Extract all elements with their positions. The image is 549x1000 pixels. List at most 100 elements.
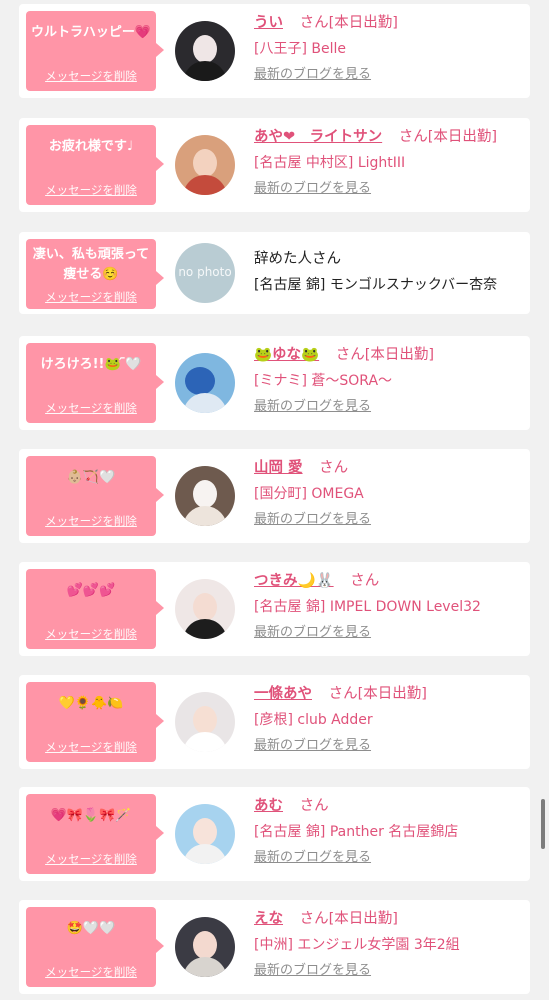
cast-info: つきみ🌙🐰 さん [名古屋 錦] IMPEL DOWN Level32 最新のブ… [254, 570, 524, 642]
avatar-body [183, 732, 227, 752]
delete-message-link[interactable]: メッセージを削除 [26, 964, 156, 980]
message-text: 凄い、私も頑張って痩せる☺️ [32, 247, 150, 282]
latest-blog-link[interactable]: 最新のブログを見る [254, 624, 371, 642]
message-card: 👶🏼🏹🤍 メッセージを削除 山岡 愛 さん [国分町] OMEGA 最新のブログ… [19, 449, 530, 543]
message-bubble: 💗🎀🌷🎀🪄 メッセージを削除 [26, 794, 164, 874]
cast-name-link[interactable]: あむ [254, 798, 283, 814]
message-text: 💗🎀🌷🎀🪄 [50, 808, 132, 823]
cast-suffix: さん [319, 460, 349, 476]
cast-suffix: さん [312, 251, 341, 267]
cast-name-link[interactable]: あや❤︎ ライトサン [254, 129, 382, 145]
avatar[interactable] [175, 692, 235, 752]
avatar-face [193, 818, 217, 846]
latest-blog-link[interactable]: 最新のブログを見る [254, 66, 371, 84]
latest-blog-link[interactable]: 最新のブログを見る [254, 180, 371, 198]
cast-suffix: さん [350, 573, 380, 589]
message-text: 🤩🤍🤍 [66, 921, 116, 936]
avatar-body [183, 393, 227, 413]
avatar: no photo [175, 243, 235, 303]
avatar[interactable] [175, 353, 235, 413]
cast-suffix: さん[本日出勤] [335, 347, 435, 363]
message-bubble: お疲れ様です♩ メッセージを削除 [26, 125, 164, 205]
cast-info: あむ さん [名古屋 錦] Panther 名古屋錦店 最新のブログを見る [254, 795, 524, 867]
cast-name-link[interactable]: 一條あや [254, 686, 312, 702]
cast-name-link[interactable]: 🐸ゆな🐸 [254, 347, 319, 363]
message-bubble: 💛🌻🐥🍋 メッセージを削除 [26, 682, 164, 762]
shop-name: [名古屋 錦] モンゴルスナックバー杏奈 [254, 277, 498, 293]
cast-info: あや❤︎ ライトサン さん[本日出勤] [名古屋 中村区] LightIII 最… [254, 126, 524, 198]
delete-message-link[interactable]: メッセージを削除 [26, 289, 156, 305]
message-text: けろけろ!!🐸 ᷇🤍 [40, 357, 142, 372]
cast-info: うい さん[本日出勤] [八王子] Belle 最新のブログを見る [254, 12, 524, 84]
delete-message-link[interactable]: メッセージを削除 [26, 513, 156, 529]
shop-name[interactable]: [名古屋 錦] IMPEL DOWN Level32 [254, 597, 524, 617]
message-bubble: 凄い、私も頑張って痩せる☺️ メッセージを削除 [26, 239, 164, 309]
cast-info: 🐸ゆな🐸 さん[本日出勤] [ミナミ] 蒼〜SORA〜 最新のブログを見る [254, 344, 524, 416]
cast-suffix: さん[本日出勤] [299, 911, 398, 927]
cast-suffix: さん[本日出勤] [398, 129, 498, 145]
delete-message-link[interactable]: メッセージを削除 [26, 400, 156, 416]
message-card: 💛🌻🐥🍋 メッセージを削除 一條あや さん[本日出勤] [彦根] club Ad… [19, 675, 530, 769]
avatar[interactable] [175, 579, 235, 639]
avatar-face [193, 706, 217, 734]
shop-name[interactable]: [八王子] Belle [254, 39, 524, 59]
avatar-body [183, 619, 227, 639]
message-text: ウルトラハッピー💗 [30, 25, 152, 40]
latest-blog-link[interactable]: 最新のブログを見る [254, 511, 371, 529]
latest-blog-link[interactable]: 最新のブログを見る [254, 737, 371, 755]
delete-message-link[interactable]: メッセージを削除 [26, 851, 156, 867]
avatar-face [193, 931, 217, 959]
cast-suffix: さん [299, 798, 329, 814]
message-card: 🤩🤍🤍 メッセージを削除 えな さん[本日出勤] [中洲] エンジェル女学園 3… [19, 900, 530, 994]
cast-name-link[interactable]: つきみ🌙🐰 [254, 573, 334, 589]
message-bubble: 🤩🤍🤍 メッセージを削除 [26, 907, 164, 987]
avatar[interactable] [175, 466, 235, 526]
avatar-body [183, 957, 227, 977]
delete-message-link[interactable]: メッセージを削除 [26, 739, 156, 755]
cast-name-link[interactable]: 山岡 愛 [254, 460, 303, 476]
shop-name[interactable]: [中洲] エンジェル女学園 3年2組 [254, 935, 524, 955]
shop-name[interactable]: [国分町] OMEGA [254, 484, 524, 504]
delete-message-link[interactable]: メッセージを削除 [26, 68, 156, 84]
scrollbar-thumb[interactable] [541, 799, 545, 849]
avatar[interactable] [175, 804, 235, 864]
cast-name-link[interactable]: えな [254, 911, 283, 927]
avatar[interactable] [175, 135, 235, 195]
cast-info: 辞めた人さん [名古屋 錦] モンゴルスナックバー杏奈 [254, 248, 524, 295]
message-bubble: ウルトラハッピー💗 メッセージを削除 [26, 11, 164, 91]
shop-name[interactable]: [ミナミ] 蒼〜SORA〜 [254, 371, 524, 391]
message-text: 💕💕💕 [66, 583, 116, 598]
delete-message-link[interactable]: メッセージを削除 [26, 182, 156, 198]
avatar-face [193, 480, 217, 508]
message-card: 💗🎀🌷🎀🪄 メッセージを削除 あむ さん [名古屋 錦] Panther 名古屋… [19, 787, 530, 881]
message-card: 💕💕💕 メッセージを削除 つきみ🌙🐰 さん [名古屋 錦] IMPEL DOWN… [19, 562, 530, 656]
avatar[interactable] [175, 21, 235, 81]
message-text: 👶🏼🏹🤍 [66, 470, 116, 485]
delete-message-link[interactable]: メッセージを削除 [26, 626, 156, 642]
latest-blog-link[interactable]: 最新のブログを見る [254, 849, 371, 867]
latest-blog-link[interactable]: 最新のブログを見る [254, 962, 371, 980]
cast-info: えな さん[本日出勤] [中洲] エンジェル女学園 3年2組 最新のブログを見る [254, 908, 524, 980]
cast-suffix: さん[本日出勤] [328, 686, 427, 702]
cast-name: 辞めた人 [254, 251, 312, 267]
cast-suffix: さん[本日出勤] [299, 15, 398, 31]
message-bubble: けろけろ!!🐸 ᷇🤍 メッセージを削除 [26, 343, 164, 423]
message-card: 凄い、私も頑張って痩せる☺️ メッセージを削除 no photo 辞めた人さん … [19, 232, 530, 314]
cast-name-link[interactable]: うい [254, 15, 283, 31]
avatar[interactable] [175, 917, 235, 977]
cast-info: 一條あや さん[本日出勤] [彦根] club Adder 最新のブログを見る [254, 683, 524, 755]
shop-name[interactable]: [彦根] club Adder [254, 710, 524, 730]
message-card: お疲れ様です♩ メッセージを削除 あや❤︎ ライトサン さん[本日出勤] [名古… [19, 118, 530, 212]
shop-name[interactable]: [名古屋 中村区] LightIII [254, 153, 524, 173]
avatar-body [183, 175, 227, 195]
message-card: ウルトラハッピー💗 メッセージを削除 うい さん[本日出勤] [八王子] Bel… [19, 4, 530, 98]
message-bubble: 💕💕💕 メッセージを削除 [26, 569, 164, 649]
avatar-face [185, 367, 215, 395]
shop-name[interactable]: [名古屋 錦] Panther 名古屋錦店 [254, 822, 524, 842]
cast-info: 山岡 愛 さん [国分町] OMEGA 最新のブログを見る [254, 457, 524, 529]
avatar-face [193, 593, 217, 621]
message-text: 💛🌻🐥🍋 [58, 696, 124, 711]
latest-blog-link[interactable]: 最新のブログを見る [254, 398, 371, 416]
avatar-body [183, 844, 227, 864]
avatar-face [193, 35, 217, 63]
